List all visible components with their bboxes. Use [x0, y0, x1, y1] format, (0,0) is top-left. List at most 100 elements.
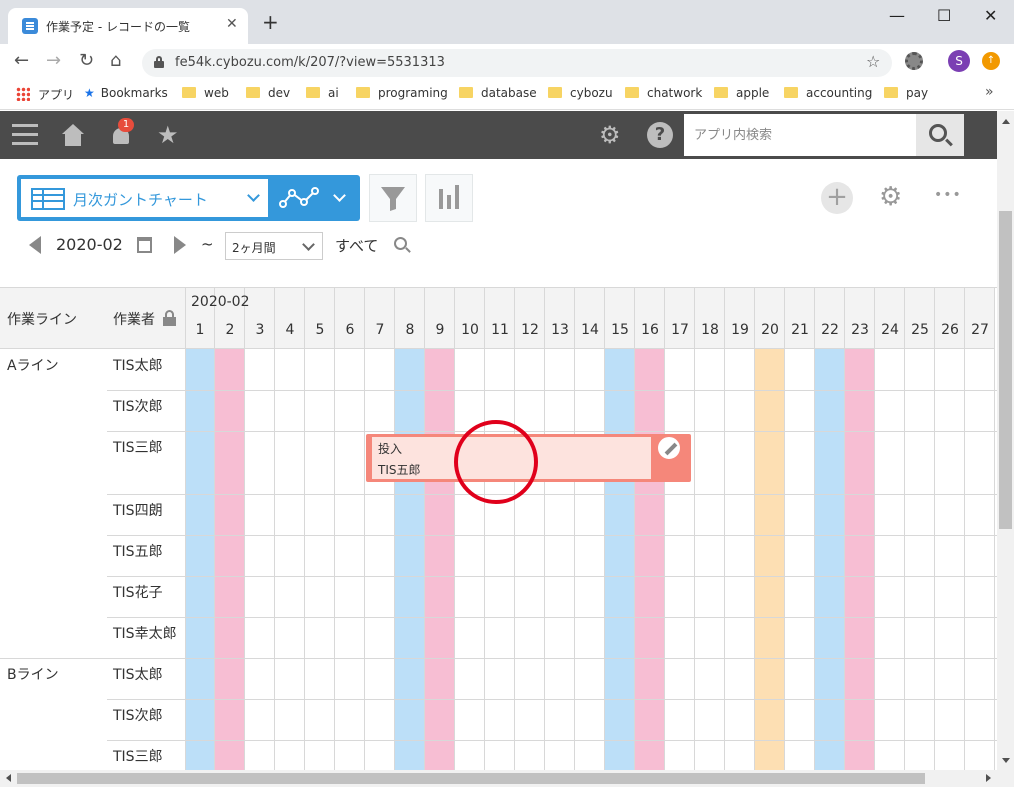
graph-icon[interactable] [279, 187, 319, 209]
day-number: 1 [195, 322, 205, 338]
settings-gear-icon[interactable]: ⚙ [599, 123, 621, 147]
day-header [635, 288, 664, 349]
bookmark-apple[interactable]: apple [714, 86, 769, 100]
home-browser-icon[interactable]: ⌂ [110, 52, 121, 70]
forward-icon[interactable]: → [46, 52, 61, 70]
scroll-down-arrow[interactable] [1002, 758, 1010, 763]
view-name: 月次ガントチャート [73, 191, 208, 209]
scroll-up-arrow[interactable] [1002, 119, 1010, 124]
update-icon[interactable]: ↑ [982, 52, 1000, 70]
header-line: 作業ライン [0, 288, 108, 349]
day-number: 2 [225, 322, 235, 338]
day-column: 10 [455, 288, 485, 770]
folder-icon [884, 87, 898, 98]
reload-icon[interactable]: ↻ [79, 52, 94, 70]
bookmark-web[interactable]: web [182, 86, 229, 100]
search-icon[interactable] [394, 237, 407, 250]
minimize-icon[interactable]: — [889, 6, 905, 25]
bookmark-cybozu[interactable]: cybozu [548, 86, 613, 100]
line-column [0, 349, 108, 770]
day-column: 2 [215, 288, 245, 770]
home-icon[interactable] [62, 124, 84, 146]
chevron-down-icon [247, 189, 260, 202]
extension-icon[interactable] [905, 52, 923, 70]
day-number: 23 [851, 322, 869, 338]
horizontal-scrollbar[interactable] [0, 770, 1014, 787]
scroll-right-arrow[interactable] [986, 774, 991, 782]
bookmark-chatwork[interactable]: chatwork [625, 86, 702, 100]
filter-all[interactable]: すべて [335, 235, 378, 256]
next-month-icon[interactable] [174, 236, 186, 254]
line-label-b: Bライン [7, 667, 59, 683]
horizontal-scroll-thumb[interactable] [17, 773, 925, 784]
bookmark-ai[interactable]: ai [306, 86, 339, 100]
folder-icon [625, 87, 639, 98]
range-select[interactable]: 2ヶ月間 [225, 232, 323, 260]
bookmark-programing[interactable]: programing [356, 86, 448, 100]
day-header [875, 288, 904, 349]
graph-button[interactable] [425, 174, 473, 222]
day-number: 9 [435, 322, 445, 338]
header-worker: 作業者 [107, 288, 186, 349]
row-divider [107, 494, 997, 495]
day-number: 19 [731, 322, 749, 338]
day-column: 26 [935, 288, 965, 770]
day-column: 18 [695, 288, 725, 770]
bookmark-star-icon[interactable]: ☆ [866, 52, 880, 71]
day-number: 17 [671, 322, 689, 338]
profile-avatar[interactable]: S [948, 50, 970, 72]
prev-month-icon[interactable] [29, 236, 41, 254]
bookmark-accounting[interactable]: accounting [784, 86, 872, 100]
back-icon[interactable]: ← [14, 52, 29, 70]
day-header [365, 288, 394, 349]
edit-task-button[interactable] [656, 435, 682, 461]
vertical-scrollbar[interactable] [997, 111, 1014, 770]
calendar-icon[interactable] [137, 237, 152, 253]
search-button[interactable] [916, 114, 964, 156]
filter-button[interactable] [369, 174, 417, 222]
row-divider [0, 658, 997, 659]
bookmark-pay[interactable]: pay [884, 86, 928, 100]
worker-name: TIS太郎 [113, 667, 163, 683]
scroll-left-arrow[interactable] [6, 774, 11, 782]
task-worker: TIS五郎 [378, 463, 421, 477]
header-worker-label: 作業者 [113, 312, 155, 328]
browser-tab[interactable]: 作業予定 - レコードの一覧 ✕ [8, 8, 248, 44]
row-divider [107, 576, 997, 577]
bookmark-bookmarks[interactable]: ★ Bookmarks [84, 86, 168, 100]
more-options-icon[interactable]: ••• [934, 187, 962, 203]
close-window-icon[interactable]: ✕ [984, 6, 997, 25]
app-settings-icon[interactable]: ⚙ [879, 183, 902, 211]
bookmark-apps[interactable]: アプリ [16, 86, 74, 103]
day-number: 18 [701, 322, 719, 338]
omnibox[interactable]: fe54k.cybozu.com/k/207/?view=5531313 ☆ [142, 49, 892, 77]
favorite-star-icon[interactable]: ★ [157, 123, 179, 147]
folder-icon [784, 87, 798, 98]
view-dropdown[interactable]: 月次ガントチャート [21, 179, 268, 217]
day-number: 21 [791, 322, 809, 338]
bookmark-dev[interactable]: dev [246, 86, 290, 100]
maximize-icon[interactable]: ☐ [937, 6, 951, 25]
new-tab-button[interactable]: + [262, 12, 279, 32]
url-text: fe54k.cybozu.com/k/207/?view=5531313 [175, 55, 445, 70]
add-record-button[interactable]: + [821, 182, 853, 214]
bookmarks-more[interactable]: » [985, 84, 994, 100]
day-column: 19 [725, 288, 755, 770]
list-icon [22, 18, 38, 34]
close-tab-icon[interactable]: ✕ [226, 16, 238, 32]
bookmark-database[interactable]: database [459, 86, 537, 100]
vertical-scroll-thumb[interactable] [999, 211, 1012, 529]
day-column: 12 [515, 288, 545, 770]
day-number: 6 [345, 322, 355, 338]
day-header [455, 288, 484, 349]
chevron-down-icon[interactable] [333, 189, 346, 202]
app-search-input[interactable] [684, 114, 916, 156]
day-number: 24 [881, 322, 899, 338]
row-divider [107, 535, 997, 536]
row-divider [107, 431, 997, 432]
range-value: 2ヶ月間 [232, 241, 276, 255]
menu-icon[interactable] [12, 124, 38, 146]
help-icon[interactable]: ? [647, 122, 673, 148]
day-header [275, 288, 304, 349]
bar-chart-icon [439, 185, 459, 209]
